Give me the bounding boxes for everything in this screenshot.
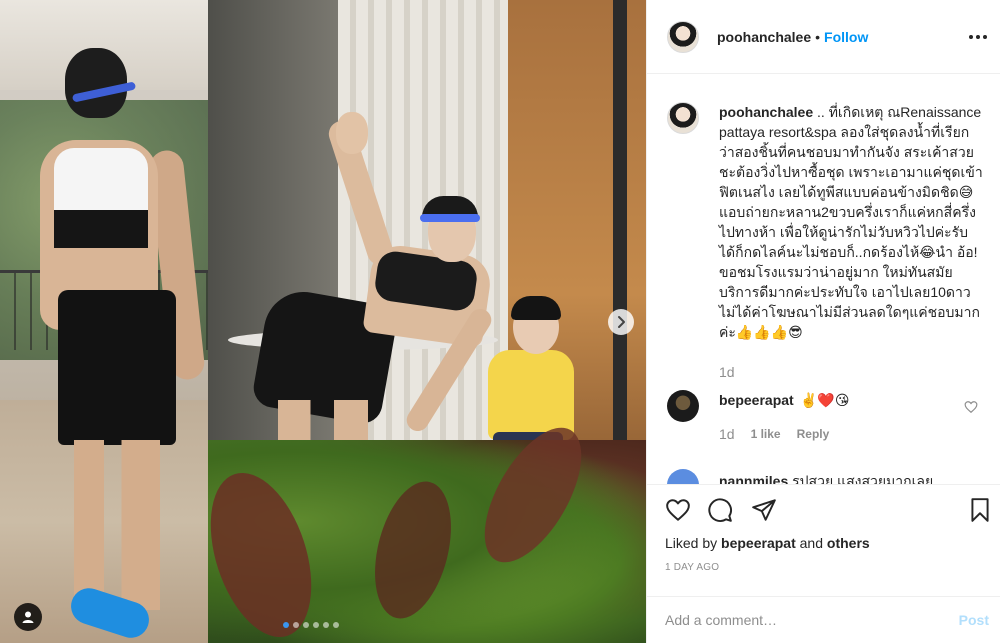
comments-list[interactable]: poohanchalee .. ที่เกิดเหตุ ณRenaissance… (647, 74, 1000, 484)
carousel-dot-active (283, 622, 289, 628)
carousel-dot (323, 622, 329, 628)
post-comment-button[interactable]: Post (941, 612, 1000, 628)
carousel-dot (333, 622, 339, 628)
like-button[interactable] (665, 497, 691, 523)
header-username-link[interactable]: poohanchalee (717, 29, 811, 45)
post-actions: Liked by bepeerapat and others 1 DAY AGO (647, 484, 1000, 596)
comment-bubble-icon (708, 498, 732, 522)
window-frame (613, 0, 627, 490)
chevron-right-icon (618, 316, 625, 328)
caption-avatar[interactable] (667, 102, 699, 134)
comment-avatar[interactable] (667, 469, 699, 484)
carousel-dots (283, 622, 339, 628)
post-sidebar: poohanchalee • Follow poohanchalee .. ที… (646, 0, 1000, 643)
header-separator: • (815, 28, 821, 45)
comment-username-link[interactable]: nannmiles (719, 473, 788, 484)
comment-input[interactable] (647, 596, 941, 643)
bookmark-icon (971, 498, 989, 522)
header-avatar[interactable] (667, 20, 699, 53)
follow-button[interactable]: Follow (824, 29, 868, 45)
photo-woman-back-view (0, 0, 208, 643)
comment-text: รูปสวย แสงสวยมากเลย (792, 473, 934, 484)
caption-time[interactable]: 1d (719, 364, 735, 380)
caption-username-link[interactable]: poohanchalee (719, 104, 813, 120)
comment-like-heart-icon[interactable] (964, 400, 978, 414)
post-media[interactable] (0, 0, 646, 643)
heart-outline-icon (666, 499, 690, 521)
comment-time[interactable]: 1d (719, 426, 735, 442)
liked-by-joiner: and (799, 535, 823, 551)
post-header: poohanchalee • Follow (647, 0, 1000, 74)
liked-by-user-link[interactable]: bepeerapat (721, 535, 796, 551)
reply-button[interactable]: Reply (797, 427, 830, 441)
liked-by-others-link[interactable]: others (827, 535, 870, 551)
liked-by-line: Liked by bepeerapat and others (665, 535, 870, 551)
post-timestamp[interactable]: 1 DAY AGO (665, 562, 719, 573)
comment-text: ✌️❤️😘 (800, 392, 850, 408)
more-options-icon[interactable] (967, 26, 989, 48)
share-button[interactable] (751, 497, 777, 523)
paper-plane-icon (752, 499, 776, 521)
carousel-dot (313, 622, 319, 628)
comment-username-link[interactable]: bepeerapat (719, 392, 794, 408)
photo-woman-waving-with-child (208, 0, 646, 643)
liked-by-prefix: Liked by (665, 535, 718, 551)
comment-button[interactable] (707, 497, 733, 523)
comment-like-count[interactable]: 1 like (751, 427, 781, 441)
save-button[interactable] (967, 497, 993, 523)
carousel-dot (303, 622, 309, 628)
comment-line-partial: nannmiles รูปสวย แสงสวยมากเลย (719, 471, 933, 484)
next-slide-button[interactable] (608, 309, 634, 335)
post-caption: poohanchalee .. ที่เกิดเหตุ ณRenaissance… (719, 102, 983, 342)
carousel-dot (293, 622, 299, 628)
tagged-users-button[interactable] (14, 603, 42, 631)
caption-text: .. ที่เกิดเหตุ ณRenaissance pattaya reso… (719, 104, 983, 340)
add-comment-bar: Post (647, 596, 1000, 643)
comment-avatar[interactable] (667, 390, 699, 422)
comment-meta: 1d 1 like Reply (719, 426, 829, 442)
user-icon (22, 611, 34, 623)
